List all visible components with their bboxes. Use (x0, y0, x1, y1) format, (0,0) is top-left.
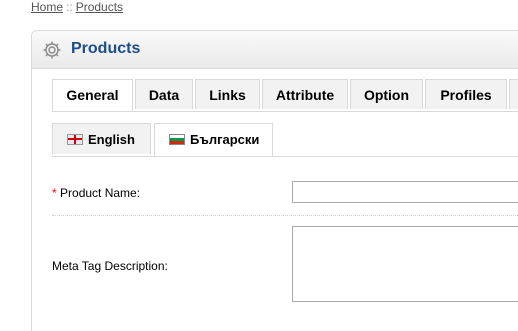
language-label: English (88, 132, 135, 147)
meta-description-label: Meta Tag Description: (52, 259, 168, 273)
breadcrumb: Home:: Products (31, 0, 123, 14)
gear-icon (43, 41, 61, 59)
language-label: Български (190, 132, 260, 147)
product-name-input[interactable] (292, 181, 518, 203)
form-row-product-name: * Product Name: (52, 181, 518, 216)
main-tabs: General Data Links Attribute Option Prof… (52, 79, 518, 112)
meta-description-textarea[interactable] (292, 226, 518, 302)
tab-links[interactable]: Links (195, 79, 260, 109)
tab-profiles[interactable]: Profiles (425, 79, 507, 109)
bg-flag-icon (169, 134, 185, 145)
tab-overflow[interactable] (509, 79, 518, 109)
product-name-label: * Product Name: (52, 186, 141, 200)
tab-language-english[interactable]: English (52, 123, 151, 154)
breadcrumb-home-link[interactable]: Home (31, 0, 63, 14)
breadcrumb-separator: :: (66, 0, 73, 14)
tab-option[interactable]: Option (350, 79, 423, 109)
form-row-meta-description: Meta Tag Description: (52, 226, 518, 306)
panel-heading: Products (32, 31, 518, 69)
products-panel: Products General Data Links Attribute Op… (31, 30, 518, 331)
tab-data[interactable]: Data (135, 79, 193, 109)
tab-attribute[interactable]: Attribute (262, 79, 348, 109)
breadcrumb-products-link[interactable]: Products (76, 0, 123, 14)
tab-language-bulgarian[interactable]: Български (154, 123, 273, 156)
uk-flag-icon (67, 134, 83, 145)
page-title: Products (71, 40, 141, 57)
language-tabs: English Български (52, 123, 518, 157)
required-marker: * (52, 186, 57, 200)
tab-general[interactable]: General (52, 79, 133, 111)
